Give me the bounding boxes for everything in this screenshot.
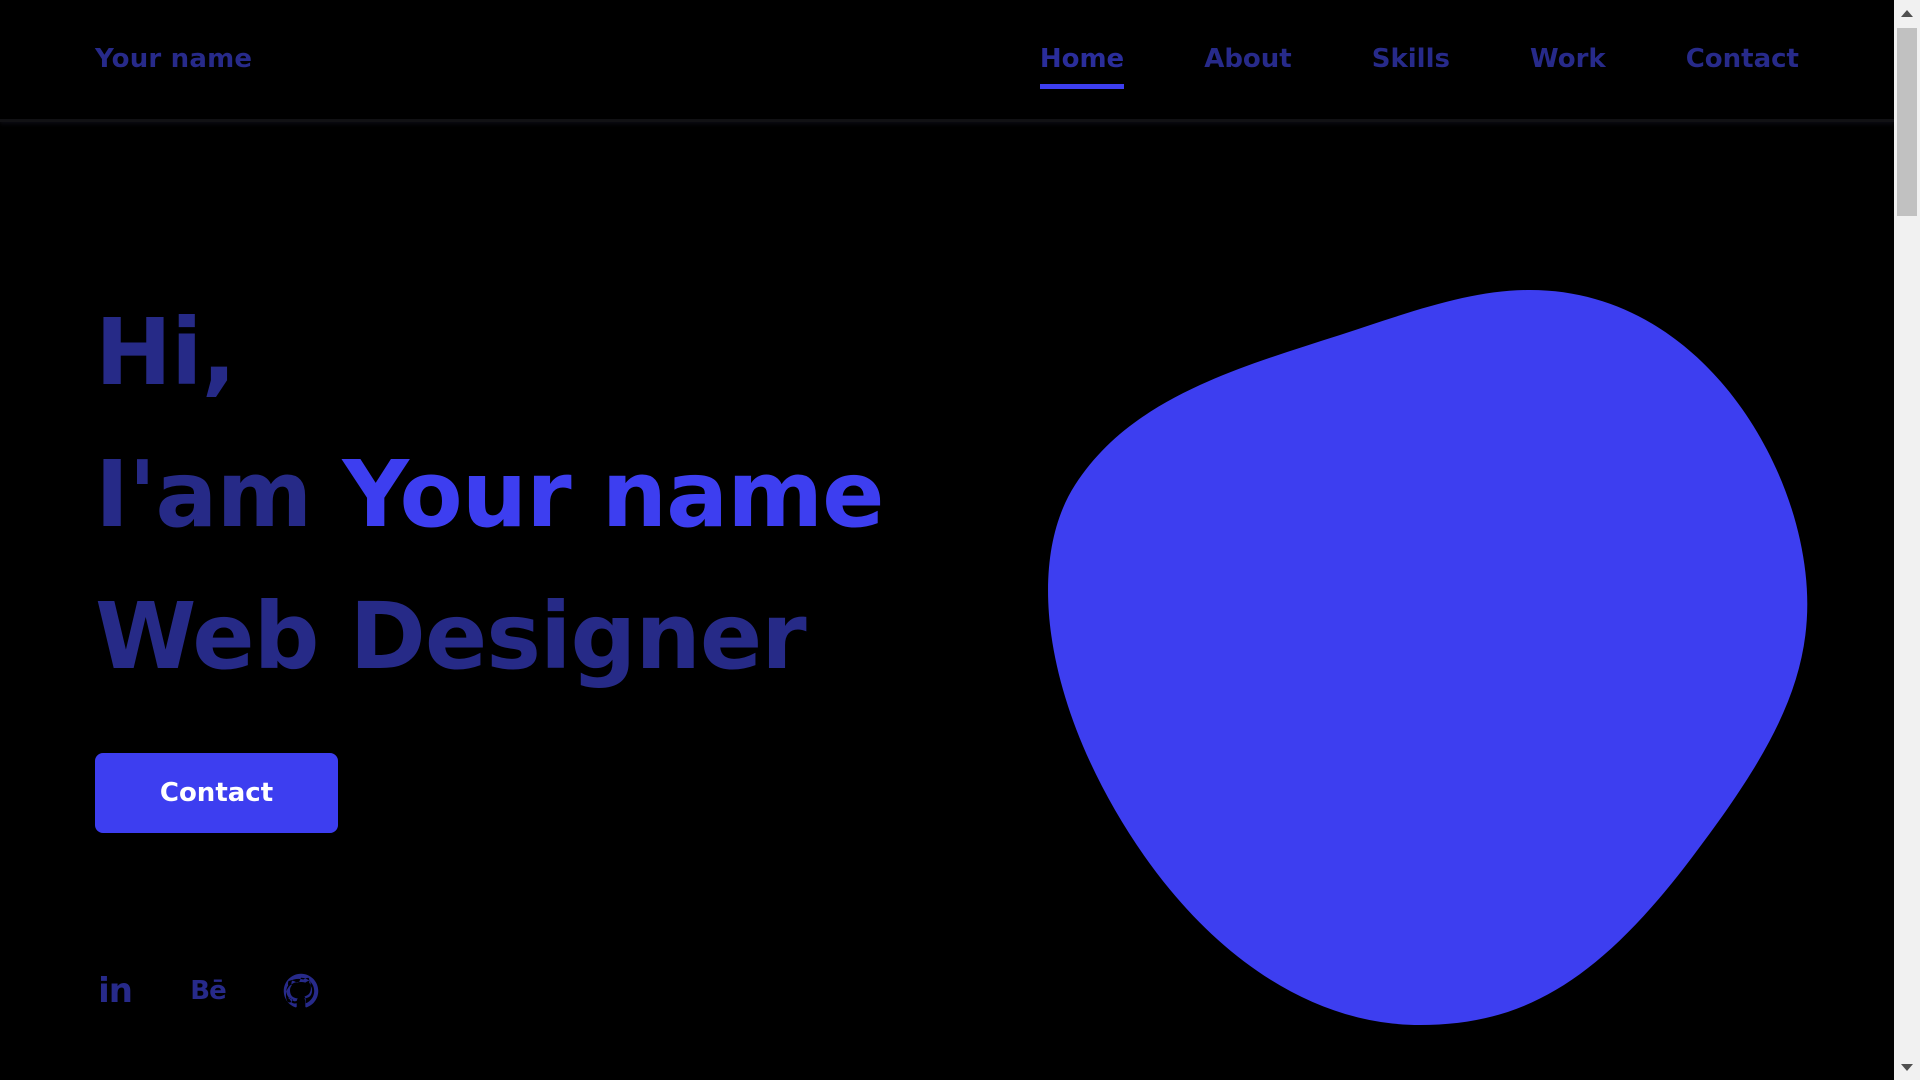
page-scrollbar[interactable] bbox=[1894, 0, 1920, 1080]
behance-label: Bē bbox=[190, 976, 226, 1006]
hero-blob-shape bbox=[1048, 290, 1808, 1025]
github-icon[interactable] bbox=[281, 968, 321, 1014]
behance-icon[interactable]: Bē bbox=[188, 968, 228, 1014]
hero-intro-prefix: I'am bbox=[95, 441, 343, 548]
nav-about-label: About bbox=[1204, 44, 1292, 74]
nav-work[interactable]: Work bbox=[1530, 44, 1606, 74]
github-glyph bbox=[283, 973, 319, 1008]
nav-home[interactable]: Home bbox=[1039, 44, 1125, 89]
nav-about[interactable]: About bbox=[1204, 44, 1292, 74]
hero-section: Hi, I'am Your name Web Designer bbox=[95, 282, 885, 708]
nav-skills[interactable]: Skills bbox=[1372, 44, 1450, 74]
portfolio-page: Your name Home About Skills Work Contact… bbox=[0, 0, 1920, 1080]
nav-skills-label: Skills bbox=[1371, 44, 1450, 74]
scroll-up-arrow[interactable] bbox=[1894, 0, 1920, 26]
hero-intro: I'am Your name bbox=[95, 424, 885, 566]
contact-button[interactable]: Contact bbox=[95, 753, 338, 833]
main-nav: Home About Skills Work Contact bbox=[1039, 44, 1799, 89]
site-header: Your name Home About Skills Work Contact bbox=[0, 0, 1894, 122]
scroll-down-arrow[interactable] bbox=[1894, 1054, 1920, 1080]
social-links: in Bē bbox=[95, 968, 374, 1014]
logo-link[interactable]: Your name bbox=[95, 44, 252, 74]
hero-greeting: Hi, bbox=[95, 299, 236, 406]
nav-work-label: Work bbox=[1529, 44, 1606, 74]
active-nav-indicator bbox=[1039, 84, 1125, 89]
nav-contact-label: Contact bbox=[1685, 44, 1799, 74]
linkedin-icon[interactable]: in bbox=[95, 968, 135, 1014]
nav-home-label: Home bbox=[1039, 44, 1125, 74]
nav-contact[interactable]: Contact bbox=[1686, 44, 1799, 74]
linkedin-label: in bbox=[98, 971, 133, 1011]
hero-role: Web Designer bbox=[95, 583, 807, 690]
scroll-thumb[interactable] bbox=[1897, 28, 1917, 216]
hero-name: Your name bbox=[342, 441, 884, 548]
